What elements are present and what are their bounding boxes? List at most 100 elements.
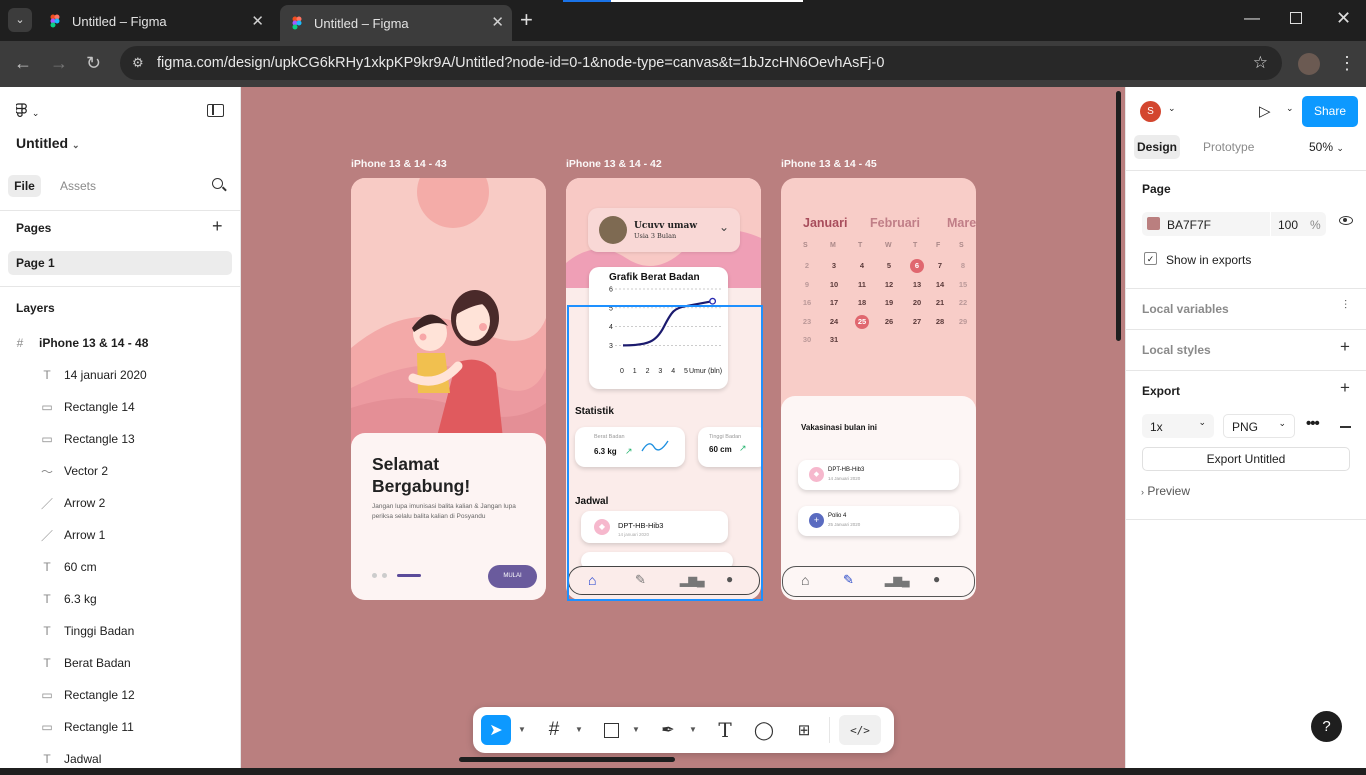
- show-exports-checkbox[interactable]: ✓: [1144, 252, 1157, 265]
- close-tab-icon[interactable]: ✕: [491, 13, 504, 31]
- dev-mode-icon[interactable]: </>: [839, 715, 881, 745]
- calendar-day[interactable]: 29: [955, 315, 971, 329]
- help-button[interactable]: ?: [1311, 711, 1342, 742]
- layer-row[interactable]: T 14 januari 2020: [0, 359, 240, 391]
- calendar-frame[interactable]: Januari Februari Maret SMTWTFS2345678910…: [781, 178, 976, 600]
- calendar-day[interactable]: 13: [909, 278, 925, 292]
- home-icon[interactable]: ⌂: [801, 572, 809, 588]
- calendar-day[interactable]: 25: [855, 314, 869, 329]
- layer-row[interactable]: ／ Arrow 2: [0, 487, 240, 519]
- close-tab-icon[interactable]: ✕: [251, 12, 264, 30]
- calendar-day[interactable]: 14: [932, 278, 948, 292]
- calendar-day[interactable]: 27: [909, 315, 925, 329]
- chevron-down-icon[interactable]: ▼: [518, 725, 526, 734]
- vertical-scrollbar[interactable]: [1116, 91, 1121, 341]
- new-tab-button[interactable]: +: [520, 8, 533, 32]
- chart-icon[interactable]: ▂▆▄: [885, 574, 910, 587]
- site-settings-icon[interactable]: ⚙: [132, 46, 144, 80]
- syringe-icon[interactable]: ✎: [843, 572, 854, 588]
- color-hex[interactable]: BA7F7F: [1167, 218, 1211, 232]
- restore-icon[interactable]: [1290, 12, 1302, 24]
- present-icon[interactable]: ▷: [1259, 102, 1271, 120]
- tab-design[interactable]: Design: [1134, 135, 1180, 159]
- layer-row[interactable]: ▭ Rectangle 12: [0, 679, 240, 711]
- calendar-day[interactable]: 18: [854, 296, 870, 310]
- add-style-icon[interactable]: +: [1340, 337, 1350, 357]
- address-bar[interactable]: ⚙ figma.com/design/upkCG6kRHy1xkpKP9kr9A…: [120, 46, 1282, 80]
- calendar-day[interactable]: 4: [854, 259, 870, 273]
- calendar-day[interactable]: 3: [826, 259, 842, 273]
- chevron-down-icon[interactable]: ▼: [575, 725, 583, 734]
- preview-toggle[interactable]: › Preview: [1141, 484, 1190, 498]
- layer-row[interactable]: ▭ Rectangle 13: [0, 423, 240, 455]
- horizontal-scrollbar[interactable]: [459, 757, 675, 762]
- frame-label[interactable]: iPhone 13 & 14 - 45: [781, 158, 877, 170]
- pen-tool-icon[interactable]: ✒: [653, 715, 683, 745]
- layer-row[interactable]: T 60 cm: [0, 551, 240, 583]
- chevron-down-icon[interactable]: ⌄: [1286, 103, 1294, 114]
- welcome-frame[interactable]: Selamat Bergabung! Jangan lupa imunisasi…: [351, 178, 546, 600]
- add-page-icon[interactable]: +: [212, 216, 223, 237]
- back-icon[interactable]: ←: [14, 53, 32, 73]
- layer-frame-row[interactable]: # iPhone 13 & 14 - 48: [0, 327, 240, 359]
- browser-menu-icon[interactable]: ⋮: [1338, 51, 1356, 75]
- calendar-day[interactable]: 11: [854, 278, 870, 292]
- file-name[interactable]: Untitled ⌄: [16, 135, 80, 151]
- add-export-icon[interactable]: +: [1340, 378, 1350, 398]
- month-januari[interactable]: Januari: [803, 216, 847, 230]
- page-color-field[interactable]: BA7F7F 100 %: [1142, 212, 1326, 236]
- calendar-day[interactable]: 7: [932, 259, 948, 273]
- search-icon[interactable]: [212, 178, 227, 192]
- reload-icon[interactable]: ↻: [86, 53, 101, 73]
- calendar-day[interactable]: 20: [909, 296, 925, 310]
- actions-tool-icon[interactable]: ⊞: [789, 715, 819, 745]
- calendar-day[interactable]: 17: [826, 296, 842, 310]
- close-window-icon[interactable]: ✕: [1336, 8, 1351, 29]
- vaksin-item-1[interactable]: ◆ DPT-HB-Hib3 14 Januari 2020: [798, 460, 959, 490]
- minimize-icon[interactable]: —: [1244, 10, 1260, 28]
- calendar-day[interactable]: 28: [932, 315, 948, 329]
- variables-icon[interactable]: ⫶: [1344, 298, 1347, 313]
- month-maret[interactable]: Maret: [947, 216, 976, 230]
- bookmark-star-icon[interactable]: ☆: [1253, 46, 1268, 80]
- eye-icon[interactable]: [1339, 216, 1353, 225]
- export-scale-select[interactable]: 1x ⌄: [1142, 414, 1214, 438]
- color-swatch[interactable]: [1147, 217, 1160, 230]
- calendar-day[interactable]: 23: [799, 315, 815, 329]
- design-canvas[interactable]: iPhone 13 & 14 - 43 iPhone 13 & 14 - 42 …: [241, 87, 1125, 768]
- calendar-day[interactable]: 30: [799, 333, 815, 347]
- frame-label[interactable]: iPhone 13 & 14 - 42: [566, 158, 662, 170]
- profile-avatar[interactable]: [1298, 53, 1320, 75]
- share-button[interactable]: Share: [1302, 96, 1358, 127]
- profile-card[interactable]: Ucuvv umaw Usia 3 Bulan ⌄: [588, 208, 740, 252]
- calendar-day[interactable]: 5: [881, 259, 897, 273]
- chevron-down-icon[interactable]: ⌄: [1168, 103, 1176, 114]
- zoom-dropdown[interactable]: 50% ⌄: [1309, 140, 1344, 154]
- calendar-day[interactable]: 26: [881, 315, 897, 329]
- calendar-day[interactable]: 21: [932, 296, 948, 310]
- calendar-day[interactable]: 10: [826, 278, 842, 292]
- tab-file[interactable]: File: [8, 175, 41, 197]
- browser-tab-2-active[interactable]: Untitled – Figma ✕: [280, 5, 512, 41]
- tab-list-chevron-icon[interactable]: ⌄: [8, 8, 32, 32]
- calendar-day[interactable]: 22: [955, 296, 971, 310]
- frame-label[interactable]: iPhone 13 & 14 - 43: [351, 158, 447, 170]
- local-styles[interactable]: Local styles: [1142, 343, 1211, 357]
- layer-row[interactable]: T Jadwal: [0, 743, 240, 775]
- more-options-icon[interactable]: •••: [1306, 415, 1320, 432]
- tab-assets[interactable]: Assets: [60, 179, 96, 193]
- text-tool-icon[interactable]: T: [710, 715, 740, 745]
- layer-row[interactable]: T Berat Badan: [0, 647, 240, 679]
- browser-tab-1[interactable]: Untitled – Figma ✕: [44, 6, 272, 36]
- sidebar-toggle-icon[interactable]: [207, 104, 224, 117]
- calendar-day[interactable]: 19: [881, 296, 897, 310]
- avatar[interactable]: S: [1140, 101, 1161, 122]
- calendar-day[interactable]: 31: [826, 333, 842, 347]
- chevron-down-icon[interactable]: ⌄: [719, 220, 729, 234]
- figma-menu-icon[interactable]: ⌄: [15, 103, 39, 122]
- calendar-day[interactable]: 15: [955, 278, 971, 292]
- remove-export-icon[interactable]: [1340, 426, 1351, 428]
- chevron-down-icon[interactable]: ▼: [689, 725, 697, 734]
- calendar-day[interactable]: 12: [881, 278, 897, 292]
- mulai-button[interactable]: MULAI: [488, 565, 537, 588]
